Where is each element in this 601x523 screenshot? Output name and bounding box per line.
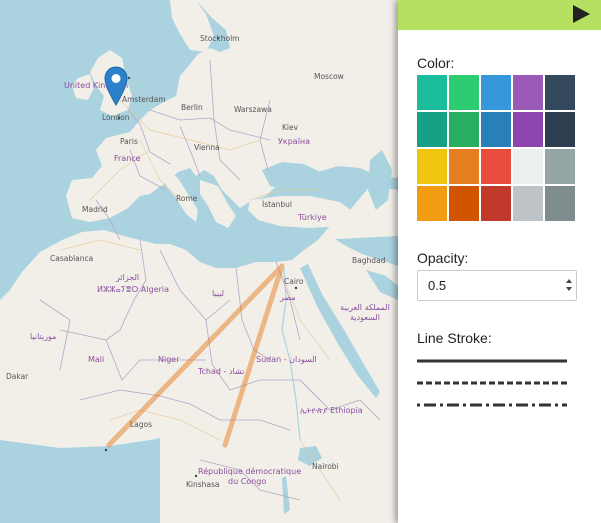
color-swatch-14[interactable] xyxy=(513,149,543,184)
color-swatch-13[interactable] xyxy=(481,149,511,184)
label-drc-line2: du Congo xyxy=(228,477,267,486)
label-niger: Niger xyxy=(158,355,180,364)
map-marker-icon[interactable] xyxy=(104,66,128,106)
label-kiev: Kiev xyxy=(282,123,299,132)
label-drc-line1: République démocratique xyxy=(198,467,302,476)
stroke-solid-option[interactable] xyxy=(417,357,569,365)
label-dakar: Dakar xyxy=(6,372,29,381)
line-stroke-label: Line Stroke: xyxy=(417,330,492,346)
color-swatch-17[interactable] xyxy=(449,186,479,221)
label-lagos: Lagos xyxy=(130,420,153,429)
color-swatch-3[interactable] xyxy=(481,75,511,110)
color-swatch-15[interactable] xyxy=(545,149,575,184)
opacity-input[interactable] xyxy=(417,270,577,301)
map-canvas[interactable]: Stockholm Moscow United Kingdom Amsterda… xyxy=(0,0,398,523)
label-mauritania: موريتانيا xyxy=(30,332,57,341)
label-stockholm: Stockholm xyxy=(200,34,240,43)
label-algeria: ⵍⵣⵣⴰⵢⴻⵔ Algeria xyxy=(97,285,170,294)
color-swatch-10[interactable] xyxy=(545,112,575,147)
panel-header xyxy=(398,0,601,30)
label-ethiopia: ኢትዮጵያ Ethiopia xyxy=(300,406,363,415)
label-saudi-arabia: المملكة العربية السعودية xyxy=(340,303,390,322)
style-editor-panel: Color: Opacity: Line Stroke: xyxy=(398,0,601,523)
color-swatch-6[interactable] xyxy=(417,112,447,147)
label-baghdad: Baghdad xyxy=(352,256,386,265)
color-swatch-1[interactable] xyxy=(417,75,447,110)
label-libya: ليبيا xyxy=(212,289,225,298)
color-swatch-19[interactable] xyxy=(513,186,543,221)
label-kinshasa: Kinshasa xyxy=(186,480,220,489)
color-swatch-18[interactable] xyxy=(481,186,511,221)
label-casablanca: Casablanca xyxy=(50,254,94,263)
label-madrid: Madrid xyxy=(82,205,108,214)
stroke-dashed-option[interactable] xyxy=(417,379,569,387)
play-arrow-icon xyxy=(573,5,590,23)
stroke-dashdot-option[interactable] xyxy=(417,401,569,409)
color-swatch-20[interactable] xyxy=(545,186,575,221)
label-tchad: Tchad - تشاد xyxy=(198,367,245,376)
color-swatch-4[interactable] xyxy=(513,75,543,110)
label-nairobi: Nairobi xyxy=(312,462,339,471)
label-mali: Mali xyxy=(88,355,105,364)
color-label: Color: xyxy=(417,55,455,71)
color-swatch-7[interactable] xyxy=(449,112,479,147)
color-swatch-5[interactable] xyxy=(545,75,575,110)
sea-gulf-guinea xyxy=(0,436,172,523)
label-berlin: Berlin xyxy=(181,103,203,112)
label-warszawa: Warszawa xyxy=(234,105,272,114)
label-vienna: Vienna xyxy=(194,143,220,152)
toggle-panel-button[interactable] xyxy=(571,4,591,24)
label-algeria-ar: الجزائر xyxy=(116,273,140,282)
label-sudan: Sudan - السودان xyxy=(256,355,317,364)
label-istanbul: İstanbul xyxy=(262,200,293,209)
label-ukraina: Україна xyxy=(278,137,311,146)
label-london: London xyxy=(102,113,130,122)
color-swatch-11[interactable] xyxy=(417,149,447,184)
label-paris: Paris xyxy=(120,137,138,146)
color-swatch-12[interactable] xyxy=(449,149,479,184)
label-amsterdam: Amsterdam xyxy=(122,95,166,104)
opacity-label: Opacity: xyxy=(417,250,469,266)
color-swatch-8[interactable] xyxy=(481,112,511,147)
color-swatch-9[interactable] xyxy=(513,112,543,147)
label-france: France xyxy=(114,154,141,163)
label-turkiye: Türkiye xyxy=(298,213,327,222)
color-swatch-grid xyxy=(417,75,577,221)
label-cairo: Cairo xyxy=(284,277,304,286)
label-moscow: Moscow xyxy=(314,72,344,81)
label-rome: Rome xyxy=(176,194,198,203)
color-swatch-2[interactable] xyxy=(449,75,479,110)
color-swatch-16[interactable] xyxy=(417,186,447,221)
label-misr: مصر xyxy=(280,293,296,302)
